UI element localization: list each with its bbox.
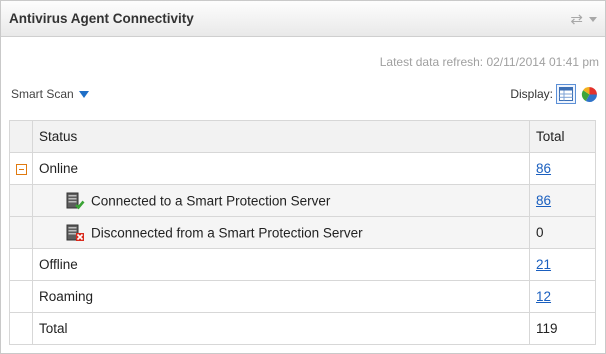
roaming-count-link[interactable]: 12	[536, 289, 551, 304]
data-refresh-timestamp: Latest data refresh: 02/11/2014 01:41 pm	[379, 55, 599, 69]
status-cell: Total	[32, 312, 530, 345]
expander-cell	[9, 248, 33, 281]
widget-titlebar: Antivirus Agent Connectivity ⇄	[1, 1, 605, 37]
status-label: Connected to a Smart Protection Server	[91, 193, 331, 208]
server-disconnected-icon	[66, 224, 84, 241]
status-cell: Online	[32, 152, 530, 185]
total-cell: 21	[529, 248, 596, 281]
table-view-button[interactable]	[556, 84, 576, 104]
connected-count-link[interactable]: 86	[536, 193, 551, 208]
refresh-icon[interactable]: ⇄	[570, 10, 583, 28]
smart-scan-label: Smart Scan	[11, 87, 74, 101]
chart-view-button[interactable]	[579, 84, 599, 104]
table-icon	[559, 87, 573, 101]
status-cell: Offline	[32, 248, 530, 281]
status-cell: Disconnected from a Smart Protection Ser…	[32, 216, 530, 249]
total-cell: 119	[529, 312, 596, 345]
total-cell: 86	[529, 152, 596, 185]
table-row-disconnected: Disconnected from a Smart Protection Ser…	[9, 216, 596, 249]
table-row-online: Online 86	[9, 152, 596, 185]
offline-count-link[interactable]: 21	[536, 257, 551, 272]
display-label: Display:	[510, 87, 553, 101]
online-count-link[interactable]: 86	[536, 161, 551, 176]
status-column-header: Status	[32, 120, 530, 153]
table-row-roaming: Roaming 12	[9, 280, 596, 313]
status-label: Disconnected from a Smart Protection Ser…	[91, 225, 363, 240]
total-cell: 0	[529, 216, 596, 249]
table-row-connected: Connected to a Smart Protection Server 8…	[9, 184, 596, 217]
status-cell: Roaming	[32, 280, 530, 313]
title-tools: ⇄	[570, 10, 597, 28]
expander-cell	[9, 312, 33, 345]
pie-chart-icon	[581, 86, 597, 102]
widget-title: Antivirus Agent Connectivity	[9, 11, 194, 26]
collapse-icon[interactable]	[15, 163, 27, 175]
total-cell: 86	[529, 184, 596, 217]
total-column-header: Total	[529, 120, 596, 153]
display-toggle: Display:	[510, 84, 599, 104]
status-cell: Connected to a Smart Protection Server	[32, 184, 530, 217]
total-cell: 12	[529, 280, 596, 313]
chevron-down-icon[interactable]	[589, 17, 597, 22]
server-connected-icon	[66, 192, 85, 209]
expander-cell	[9, 184, 33, 217]
expander-cell	[9, 280, 33, 313]
caret-down-icon	[78, 90, 89, 98]
widget-controls: Smart Scan Display:	[1, 83, 605, 105]
smart-scan-dropdown[interactable]: Smart Scan	[11, 87, 89, 101]
table-row-total: Total 119	[9, 312, 596, 345]
expander-header	[9, 120, 33, 153]
table-row-offline: Offline 21	[9, 248, 596, 281]
table-header-row: Status Total	[9, 120, 596, 153]
expander-cell	[9, 216, 33, 249]
expander-cell	[9, 152, 33, 185]
connectivity-table: Status Total Online 86 Connected to a Sm…	[9, 120, 596, 345]
